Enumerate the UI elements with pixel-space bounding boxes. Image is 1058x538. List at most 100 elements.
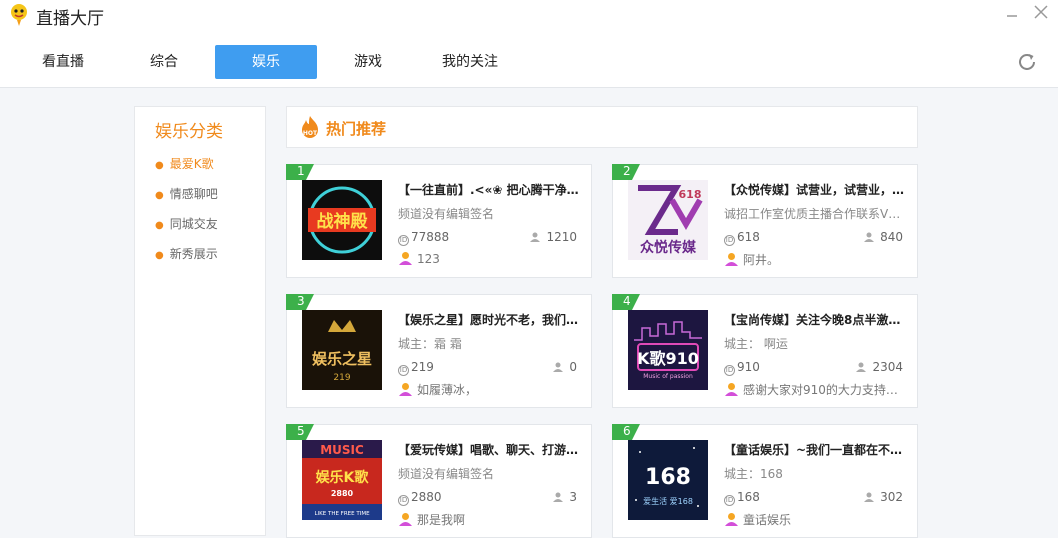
room-card[interactable]: 3 娱乐之星 219 【娱乐之星】愿时光不老，我们… 城主：霜 霜 ID 219 … (286, 294, 592, 408)
hot-section-title: 热门推荐 (326, 120, 387, 138)
room-id: ID 219 (398, 360, 434, 376)
room-title[interactable]: 【童话娱乐】~我们一直都在不… (724, 441, 908, 458)
tab-general[interactable]: 综合 (121, 45, 207, 79)
tab-bar: 看直播 综合 娱乐 游戏 我的关注 (0, 30, 1058, 88)
room-thumbnail: 168 爱生活 爱168 (628, 440, 708, 520)
category-item-chat[interactable]: ● 情感聊吧 (155, 185, 218, 202)
viewer-count: 840 (864, 230, 903, 244)
tab-games[interactable]: 游戏 (325, 45, 411, 79)
rank-number: 4 (623, 294, 631, 308)
room-card[interactable]: 5 MUSIC 娱乐K歌 2880 LIKE THE FREE TIME 【爱玩… (286, 424, 592, 538)
room-thumbnail: 战神殿 (302, 180, 382, 260)
category-item-karaoke[interactable]: ● 最爱K歌 (155, 155, 214, 172)
room-title[interactable]: 【宝尚传媒】关注今晚8点半激… (724, 311, 908, 328)
room-signature: 频道没有编辑签名 (398, 467, 495, 481)
minimize-icon (1007, 15, 1017, 17)
room-id-icon: ID (724, 235, 735, 246)
viewer-count: 3 (553, 490, 577, 504)
room-thumbnail: 618 众悦传媒 (628, 180, 708, 260)
category-title: 娱乐分类 (155, 122, 223, 142)
host-avatar-icon (725, 513, 738, 526)
room-title[interactable]: 【众悦传媒】试营业，试营业，… (724, 181, 908, 198)
room-signature: 频道没有编辑签名 (398, 207, 495, 221)
minimize-button[interactable] (1002, 4, 1022, 24)
thumbnail-top-text: MUSIC (320, 443, 364, 457)
room-signature: 城主：168 (724, 467, 783, 481)
tab-entertainment[interactable]: 娱乐 (215, 45, 317, 79)
host-avatar-icon (725, 253, 738, 266)
close-icon (1034, 5, 1048, 19)
app-title: 直播大厅 (36, 9, 104, 29)
tab-watch-live[interactable]: 看直播 (20, 45, 106, 79)
bullet-icon: ● (155, 220, 164, 231)
room-card[interactable]: 2 618 众悦传媒 【众悦传媒】试营业，试营业，… 诚招工作室优质主播合作联系… (612, 164, 918, 278)
bullet-icon: ● (155, 250, 164, 261)
room-thumbnail: K歌910 Music of passion (628, 310, 708, 390)
person-icon (856, 362, 867, 372)
person-icon (530, 232, 541, 242)
person-icon (864, 492, 875, 502)
rank-number: 6 (623, 424, 631, 438)
room-title[interactable]: 【一往直前】.<«❀ 把心腾干净… (398, 181, 582, 198)
close-button[interactable] (1031, 4, 1051, 24)
hot-section-header: HOT 热门推荐 (286, 106, 918, 148)
category-item-local-dating[interactable]: ● 同城交友 (155, 215, 218, 232)
room-signature: 城主：霜 霜 (398, 337, 462, 351)
bullet-icon: ● (155, 190, 164, 201)
host-name: 如履薄冰， (398, 381, 582, 398)
thumbnail-subtext: Music of passion (643, 373, 693, 380)
hot-flame-icon: HOT (302, 116, 318, 138)
room-card[interactable]: 1 战神殿 【一往直前】.<«❀ 把心腾干净… 频道没有编辑签名 ID 77888… (286, 164, 592, 278)
thumbnail-text: 众悦传媒 (640, 239, 697, 256)
rank-number: 5 (297, 424, 305, 438)
room-id-icon: ID (724, 495, 735, 506)
room-signature: 城主： 啊运 (724, 337, 788, 351)
viewer-count: 302 (864, 490, 903, 504)
room-title[interactable]: 【娱乐之星】愿时光不老，我们… (398, 311, 582, 328)
room-card[interactable]: 4 K歌910 Music of passion 【宝尚传媒】关注今晚8点半激…… (612, 294, 918, 408)
viewer-count: 1210 (530, 230, 577, 244)
viewer-count: 0 (553, 360, 577, 374)
host-name: 感谢大家对910的大力支持！！ (724, 381, 908, 398)
thumbnail-number: 219 (333, 373, 350, 383)
host-name: 阿井。 (724, 251, 908, 268)
refresh-icon[interactable] (1016, 51, 1038, 73)
thumbnail-text: K歌910 (637, 349, 699, 368)
person-icon (864, 232, 875, 242)
room-card[interactable]: 6 168 爱生活 爱168 【童话娱乐】~我们一直都在不… 城主：168 ID… (612, 424, 918, 538)
thumbnail-subtext: LIKE THE FREE TIME (314, 511, 370, 517)
thumbnail-number: 618 (679, 188, 702, 201)
room-thumbnail: 娱乐之星 219 (302, 310, 382, 390)
category-item-newcomers[interactable]: ● 新秀展示 (155, 245, 218, 262)
room-id: ID 910 (724, 360, 760, 376)
thumbnail-text: 娱乐K歌 (316, 469, 370, 486)
room-id: ID 618 (724, 230, 760, 246)
thumbnail-number: 2880 (331, 489, 354, 498)
room-id: ID 2880 (398, 490, 442, 506)
host-avatar-icon (725, 383, 738, 396)
room-id-icon: ID (398, 235, 409, 246)
room-id-icon: ID (398, 495, 409, 506)
host-avatar-icon (399, 252, 412, 265)
room-id: ID 168 (724, 490, 760, 506)
room-signature: 诚招工作室优质主播合作联系V… (724, 207, 901, 221)
thumbnail-subtext: 爱生活 爱168 (643, 496, 693, 506)
tab-my-follows[interactable]: 我的关注 (425, 45, 515, 79)
rank-number: 3 (297, 294, 305, 308)
person-icon (553, 492, 564, 502)
thumbnail-text: 战神殿 (317, 211, 369, 232)
host-avatar-icon (399, 513, 412, 526)
room-thumbnail: MUSIC 娱乐K歌 2880 LIKE THE FREE TIME (302, 440, 382, 520)
room-id-icon: ID (724, 365, 735, 376)
app-logo-icon (11, 4, 27, 26)
room-title[interactable]: 【爱玩传媒】唱歌、聊天、打游… (398, 441, 582, 458)
host-name: 123 (398, 251, 582, 266)
bullet-icon: ● (155, 160, 164, 171)
viewer-count: 2304 (856, 360, 903, 374)
thumbnail-text: 168 (645, 465, 691, 490)
room-id-icon: ID (398, 365, 409, 376)
room-id: ID 77888 (398, 230, 450, 246)
host-avatar-icon (399, 383, 412, 396)
thumbnail-text: 娱乐之星 (312, 350, 372, 368)
title-bar: 直播大厅 (0, 0, 1058, 30)
